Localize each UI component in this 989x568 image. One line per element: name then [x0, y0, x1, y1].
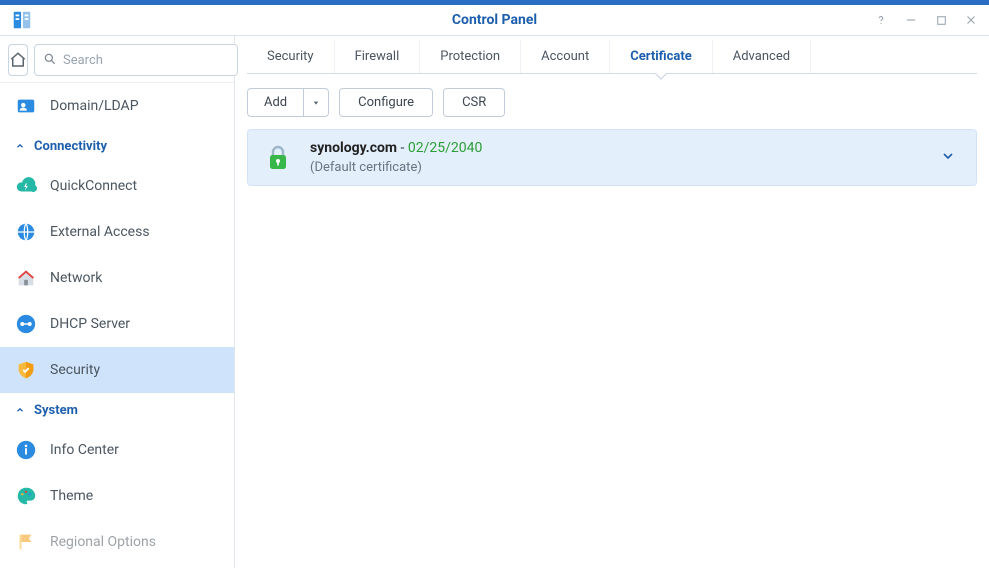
group-header-label: Connectivity — [34, 139, 107, 154]
content-area: Security Firewall Protection Account Cer… — [235, 36, 989, 568]
shield-icon — [14, 358, 38, 382]
tab-security[interactable]: Security — [247, 40, 335, 73]
cloud-bolt-icon — [14, 174, 38, 198]
sidebar-item-label: Regional Options — [50, 534, 156, 550]
sidebar-item-label: Security — [50, 362, 100, 378]
sidebar-item-label: DHCP Server — [50, 316, 130, 332]
help-icon[interactable] — [873, 12, 889, 28]
tab-label: Firewall — [355, 49, 400, 64]
group-header-label: System — [34, 403, 78, 418]
separator: - — [397, 140, 408, 156]
search-field[interactable] — [34, 44, 238, 76]
tab-label: Account — [541, 49, 589, 64]
sidebar-item-label: Network — [50, 270, 102, 286]
chevron-up-icon — [14, 404, 26, 416]
sidebar-item-theme[interactable]: Theme — [0, 473, 234, 519]
palette-icon — [14, 484, 38, 508]
lock-icon — [264, 144, 292, 172]
flag-icon — [14, 530, 38, 554]
close-icon[interactable] — [963, 12, 979, 28]
sidebar-item-external-access[interactable]: External Access — [0, 209, 234, 255]
sidebar: Domain/LDAP Connectivity QuickConnect — [0, 36, 235, 568]
sidebar-item-regional-options[interactable]: Regional Options — [0, 519, 234, 565]
tab-advanced[interactable]: Advanced — [713, 40, 811, 73]
tabs: Security Firewall Protection Account Cer… — [247, 40, 977, 74]
search-input[interactable] — [63, 53, 229, 68]
chevron-up-icon — [14, 140, 26, 152]
tab-label: Certificate — [630, 49, 692, 64]
add-button-label: Add — [248, 89, 304, 116]
tab-label: Protection — [440, 49, 500, 64]
sidebar-item-label: Theme — [50, 488, 93, 504]
configure-button[interactable]: Configure — [339, 88, 433, 117]
group-header-system[interactable]: System — [0, 393, 234, 427]
globe-icon — [14, 220, 38, 244]
titlebar: Control Panel — [0, 0, 989, 36]
home-button[interactable] — [8, 44, 28, 76]
sidebar-item-quickconnect[interactable]: QuickConnect — [0, 163, 234, 209]
user-card-icon — [14, 94, 38, 118]
tab-account[interactable]: Account — [521, 40, 610, 73]
certificate-subtitle: (Default certificate) — [310, 160, 918, 175]
window-controls — [873, 12, 979, 28]
network-home-icon — [14, 266, 38, 290]
sidebar-item-security[interactable]: Security — [0, 347, 234, 393]
certificate-domain: synology.com — [310, 140, 397, 156]
window-title: Control Panel — [0, 12, 989, 28]
sidebar-item-label: Info Center — [50, 442, 119, 458]
sidebar-item-label: QuickConnect — [50, 178, 137, 194]
sidebar-topbar — [0, 36, 234, 83]
group-header-connectivity[interactable]: Connectivity — [0, 129, 234, 163]
toolbar: Add Configure CSR — [247, 74, 977, 129]
certificate-row[interactable]: synology.com - 02/25/2040 (Default certi… — [247, 129, 977, 186]
sidebar-item-domain-ldap[interactable]: Domain/LDAP — [0, 83, 234, 129]
app-icon — [10, 8, 34, 32]
tab-label: Security — [267, 49, 314, 64]
sidebar-item-dhcp-server[interactable]: DHCP Server — [0, 301, 234, 347]
add-button[interactable]: Add — [247, 88, 329, 117]
search-icon — [43, 51, 57, 70]
certificate-text: synology.com - 02/25/2040 (Default certi… — [310, 140, 918, 175]
sidebar-item-network[interactable]: Network — [0, 255, 234, 301]
maximize-icon[interactable] — [933, 12, 949, 28]
certificate-expiry: 02/25/2040 — [408, 140, 483, 156]
sidebar-item-label: External Access — [50, 224, 150, 240]
minimize-icon[interactable] — [903, 12, 919, 28]
csr-button[interactable]: CSR — [443, 88, 505, 117]
sidebar-item-info-center[interactable]: Info Center — [0, 427, 234, 473]
dhcp-icon — [14, 312, 38, 336]
sidebar-item-label: Domain/LDAP — [50, 98, 139, 114]
tab-protection[interactable]: Protection — [420, 40, 521, 73]
tab-label: Advanced — [733, 49, 790, 64]
tab-firewall[interactable]: Firewall — [335, 40, 421, 73]
info-icon — [14, 438, 38, 462]
dropdown-caret-icon[interactable] — [304, 89, 328, 116]
tab-certificate[interactable]: Certificate — [610, 40, 713, 73]
chevron-down-icon[interactable] — [936, 144, 960, 172]
